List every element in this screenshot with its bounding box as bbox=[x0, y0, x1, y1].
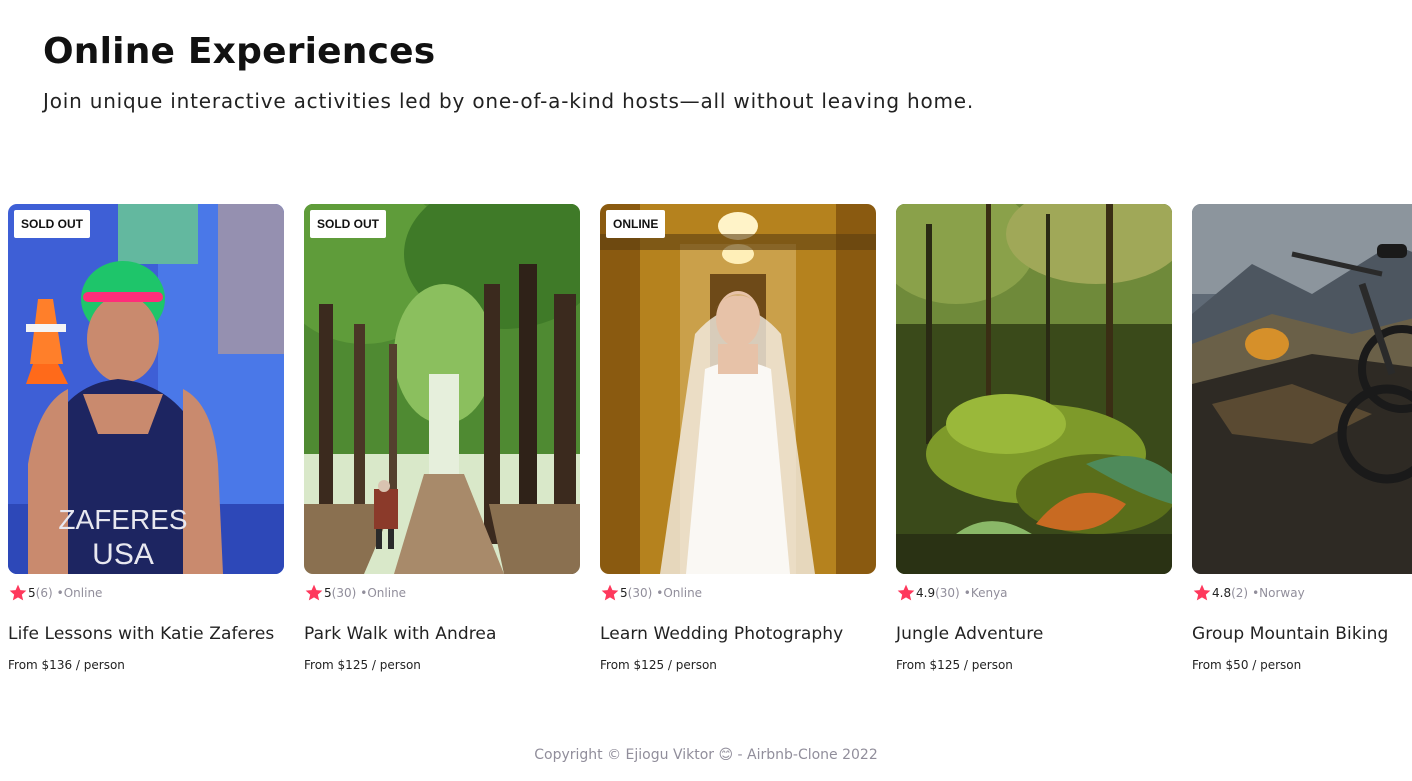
experience-card[interactable]: ONLINE 5 (30) •Online Learn Wedding Phot… bbox=[600, 204, 876, 684]
rating: 4.8 bbox=[1212, 586, 1232, 600]
mountain-bike-photo bbox=[1192, 204, 1412, 574]
card-stats: 5 (6) •Online bbox=[8, 584, 284, 602]
card-stats: 4.9 (30) •Kenya bbox=[896, 584, 1172, 602]
rating: 5 bbox=[28, 586, 36, 600]
review-count: (6) bbox=[35, 586, 53, 600]
card-stats: 5 (30) •Online bbox=[304, 584, 580, 602]
card-price: From $136 / person bbox=[8, 658, 125, 672]
svg-text:USA: USA bbox=[92, 538, 154, 571]
location: •Online bbox=[656, 586, 703, 600]
review-count: (30) bbox=[935, 586, 960, 600]
experience-card[interactable]: SOLD OUT 5 (30) •Online Park Walk with A… bbox=[304, 204, 580, 684]
rating: 5 bbox=[620, 586, 628, 600]
experience-cards: ZAFERES USA SOLD OUT 5 (6) •Online Life … bbox=[8, 204, 1412, 684]
location: •Online bbox=[360, 586, 407, 600]
status-badge: ONLINE bbox=[606, 210, 666, 238]
location: •Online bbox=[56, 586, 103, 600]
review-count: (2) bbox=[1231, 586, 1249, 600]
card-price: From $50 / person bbox=[1192, 658, 1302, 672]
card-title[interactable]: Life Lessons with Katie Zaferes bbox=[8, 623, 284, 645]
card-title[interactable]: Learn Wedding Photography bbox=[600, 623, 876, 645]
park-walk-photo: SOLD OUT bbox=[304, 204, 580, 574]
card-title[interactable]: Group Mountain Biking bbox=[1192, 623, 1412, 645]
experience-card[interactable]: 4.9 (30) •Kenya Jungle Adventure From $1… bbox=[896, 204, 1172, 684]
rating: 4.9 bbox=[916, 586, 936, 600]
experience-card[interactable]: ZAFERES USA SOLD OUT 5 (6) •Online Life … bbox=[8, 204, 284, 684]
review-count: (30) bbox=[627, 586, 653, 600]
card-title[interactable]: Park Walk with Andrea bbox=[304, 623, 580, 645]
star-icon bbox=[1192, 583, 1212, 603]
rating: 5 bbox=[324, 586, 332, 600]
card-stats: 4.8 (2) •Norway bbox=[1192, 584, 1412, 602]
experience-card[interactable]: 4.8 (2) •Norway Group Mountain Biking Fr… bbox=[1192, 204, 1412, 684]
footer-copyright: Copyright © Ejiogu Viktor 😊 - Airbnb-Clo… bbox=[534, 747, 878, 763]
card-price: From $125 / person bbox=[304, 658, 421, 672]
svg-text:ZAFERES: ZAFERES bbox=[58, 504, 187, 535]
card-title[interactable]: Jungle Adventure bbox=[896, 623, 1172, 645]
status-badge: SOLD OUT bbox=[310, 210, 386, 238]
bride-photo: ONLINE bbox=[600, 204, 876, 574]
review-count: (30) bbox=[331, 586, 357, 600]
location: •Kenya bbox=[963, 586, 1008, 600]
card-stats: 5 (30) •Online bbox=[600, 584, 876, 602]
star-icon bbox=[8, 583, 28, 603]
jungle-photo bbox=[896, 204, 1172, 574]
page-subtitle: Join unique interactive activities led b… bbox=[43, 89, 975, 113]
star-icon bbox=[600, 583, 620, 603]
star-icon bbox=[896, 583, 916, 603]
status-badge: SOLD OUT bbox=[14, 210, 90, 238]
location: •Norway bbox=[1252, 586, 1305, 600]
card-price: From $125 / person bbox=[600, 658, 717, 672]
star-icon bbox=[304, 583, 324, 603]
swimmer-photo: ZAFERES USA SOLD OUT bbox=[8, 204, 284, 574]
hero-section: Online Experiences Join unique interacti… bbox=[43, 30, 1373, 115]
card-price: From $125 / person bbox=[896, 658, 1013, 672]
page-title: Online Experiences bbox=[43, 31, 436, 72]
